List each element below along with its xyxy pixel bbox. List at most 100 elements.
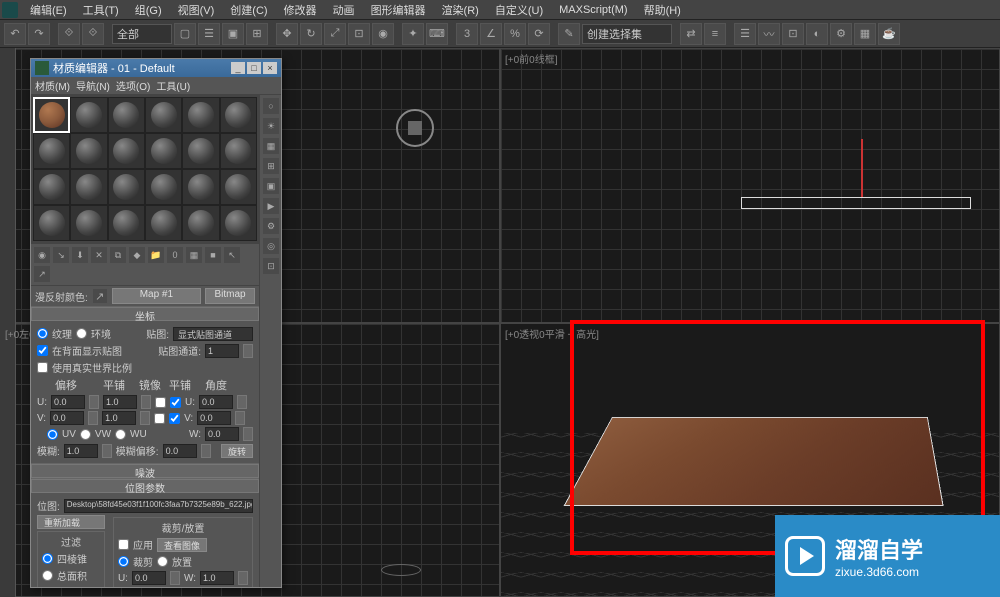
sample-slot-15[interactable] (108, 169, 145, 205)
menu-view[interactable]: 视图(V) (170, 0, 223, 20)
sample-type-button[interactable]: ○ (262, 97, 280, 115)
percent-snap-button[interactable]: % (504, 23, 526, 45)
sample-slot-23[interactable] (182, 205, 219, 241)
maximize-button[interactable]: □ (247, 62, 261, 74)
spinner-buttons[interactable] (140, 411, 150, 425)
spinner-buttons[interactable] (170, 571, 180, 585)
map-channel-spinner[interactable]: 1 (205, 344, 239, 358)
menu-customize[interactable]: 自定义(U) (487, 0, 551, 20)
show-end-result-button[interactable]: ■ (204, 246, 222, 264)
crop-w-spinner[interactable]: 1.0 (200, 571, 234, 585)
link-button[interactable]: ⟐ (58, 23, 80, 45)
spinner-buttons[interactable] (235, 411, 245, 425)
sample-slot-5[interactable] (182, 97, 219, 133)
u-offset-spinner[interactable]: 0.0 (51, 395, 85, 409)
view-cube-icon[interactable] (396, 109, 434, 147)
coordinates-rollout-header[interactable]: 坐标 (31, 307, 259, 321)
sample-slot-22[interactable] (145, 205, 182, 241)
sample-slot-24[interactable] (220, 205, 257, 241)
reset-button[interactable]: ✕ (90, 246, 108, 264)
v-angle-spinner[interactable]: 0.0 (197, 411, 231, 425)
sample-slot-2[interactable] (70, 97, 107, 133)
sample-slot-4[interactable] (145, 97, 182, 133)
unlink-button[interactable]: ⟐ (82, 23, 104, 45)
sample-slot-10[interactable] (145, 133, 182, 169)
select-region-button[interactable]: ▣ (222, 23, 244, 45)
sample-slot-6[interactable] (220, 97, 257, 133)
close-button[interactable]: × (263, 62, 277, 74)
v-tile-checkbox[interactable] (169, 413, 180, 424)
mat-menu-utilities[interactable]: 工具(U) (156, 78, 190, 93)
mapping-dropdown[interactable]: 显式贴图通道 (173, 327, 253, 341)
pyramidal-radio[interactable] (42, 553, 53, 564)
place-radio[interactable] (157, 556, 168, 567)
select-button[interactable]: ▢ (174, 23, 196, 45)
select-by-material-button[interactable]: ◎ (262, 237, 280, 255)
sample-slot-19[interactable] (33, 205, 70, 241)
environ-radio[interactable] (76, 328, 87, 339)
redo-button[interactable]: ↷ (28, 23, 50, 45)
mat-menu-options[interactable]: 选项(O) (116, 78, 150, 93)
video-color-button[interactable]: ▣ (262, 177, 280, 195)
reload-button[interactable]: 重新加载 (37, 515, 105, 529)
align-button[interactable]: ≡ (704, 23, 726, 45)
window-crossing-button[interactable]: ⊞ (246, 23, 268, 45)
summed-radio[interactable] (42, 570, 53, 581)
vw-radio[interactable] (80, 429, 91, 440)
put-to-scene-button[interactable]: ↘ (52, 246, 70, 264)
options-button[interactable]: ⚙ (262, 217, 280, 235)
render-setup-button[interactable]: ⚙ (830, 23, 852, 45)
view-image-button[interactable]: 查看图像 (157, 538, 207, 552)
mirror-button[interactable]: ⇄ (680, 23, 702, 45)
spinner-snap-button[interactable]: ⟳ (528, 23, 550, 45)
sample-slot-8[interactable] (70, 133, 107, 169)
make-copy-button[interactable]: ⧉ (109, 246, 127, 264)
viewport-top-right[interactable]: [+0前0线框] (500, 48, 1000, 323)
menu-create[interactable]: 创建(C) (222, 0, 275, 20)
angle-snap-button[interactable]: ∠ (480, 23, 502, 45)
wu-radio[interactable] (115, 429, 126, 440)
show-map-button[interactable]: ▦ (185, 246, 203, 264)
sample-slot-20[interactable] (70, 205, 107, 241)
snap-button[interactable]: 3 (456, 23, 478, 45)
sample-slot-9[interactable] (108, 133, 145, 169)
sample-slot-18[interactable] (220, 169, 257, 205)
noise-rollout-header[interactable]: 噪波 (31, 464, 259, 478)
sample-slot-16[interactable] (145, 169, 182, 205)
spinner-buttons[interactable] (243, 427, 253, 441)
selection-filter-dropdown[interactable]: 全部 (112, 24, 172, 44)
menu-rendering[interactable]: 渲染(R) (434, 0, 487, 20)
spinner-buttons[interactable] (89, 395, 99, 409)
show-on-back-checkbox[interactable] (37, 345, 48, 356)
sample-slot-12[interactable] (220, 133, 257, 169)
menu-maxscript[interactable]: MAXScript(M) (551, 2, 635, 18)
uv-radio[interactable] (47, 429, 58, 440)
spinner-buttons[interactable] (88, 411, 98, 425)
material-editor-button[interactable]: ◐ (806, 23, 828, 45)
material-editor-titlebar[interactable]: 材质编辑器 - 01 - Default _ □ × (31, 59, 281, 77)
map-type-button[interactable]: Bitmap (205, 288, 255, 304)
menu-edit[interactable]: 编辑(E) (22, 0, 75, 20)
scale-button[interactable]: ⤢ (324, 23, 346, 45)
bitmap-path-field[interactable]: Desktop\58fd45e03f1f100fc3faa7b7325e89b_… (64, 499, 253, 513)
make-preview-button[interactable]: ▶ (262, 197, 280, 215)
named-selection-dropdown[interactable]: 创建选择集 (582, 24, 672, 44)
blur-spinner[interactable]: 1.0 (64, 444, 98, 458)
mat-menu-navigation[interactable]: 导航(N) (76, 78, 110, 93)
material-map-nav-button[interactable]: ⊡ (262, 257, 280, 275)
go-forward-button[interactable]: ↗ (33, 265, 51, 283)
undo-button[interactable]: ↶ (4, 23, 26, 45)
crop-u-spinner[interactable]: 0.0 (132, 571, 166, 585)
pick-map-button[interactable]: ↗ (92, 288, 108, 304)
sample-slot-14[interactable] (70, 169, 107, 205)
map-name-field[interactable]: Map #1 (112, 288, 201, 304)
sample-slot-7[interactable] (33, 133, 70, 169)
u-tile-checkbox[interactable] (170, 397, 181, 408)
sample-uv-button[interactable]: ⊞ (262, 157, 280, 175)
u-mirror-checkbox[interactable] (155, 397, 166, 408)
material-editor-window[interactable]: 材质编辑器 - 01 - Default _ □ × 材质(M) 导航(N) 选… (30, 58, 282, 588)
v-tiling-spinner[interactable]: 1.0 (102, 411, 136, 425)
viewport-label-front[interactable]: [+0前0线框] (505, 51, 558, 66)
bitmap-params-header[interactable]: 位图参数 (31, 479, 259, 493)
u-tiling-spinner[interactable]: 1.0 (103, 395, 137, 409)
